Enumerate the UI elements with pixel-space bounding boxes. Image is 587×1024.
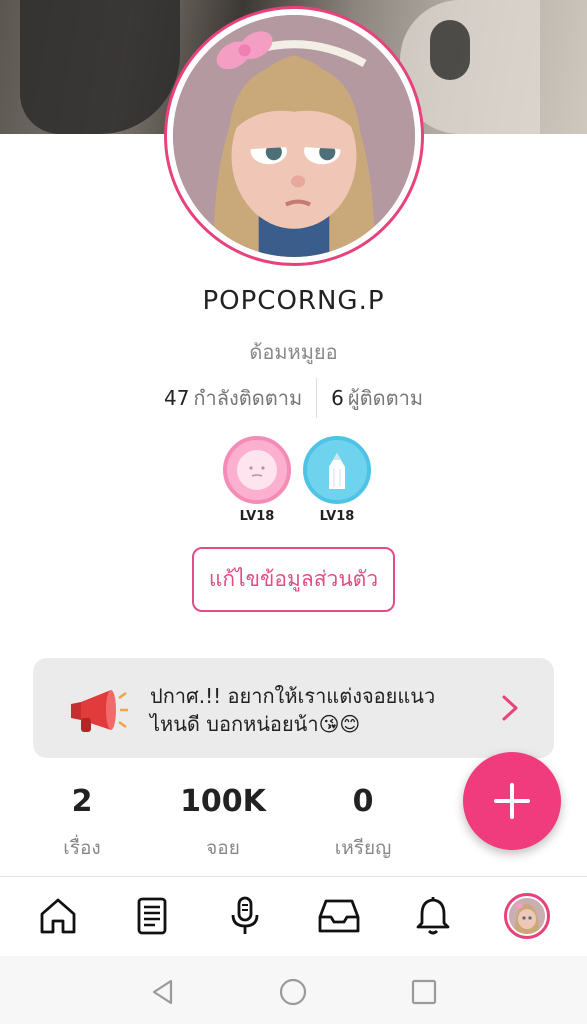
inbox-icon (318, 899, 360, 933)
following-stat[interactable]: 47 กำลังติดตาม (150, 382, 316, 414)
stat-value: 2 (71, 784, 93, 819)
follow-stats: 47 กำลังติดตาม 6 ผู้ติดตาม (0, 378, 587, 418)
tab-profile[interactable] (502, 891, 552, 941)
avatar-image (173, 15, 415, 257)
bottom-tab-bar (0, 876, 587, 956)
stat-value: 100K (180, 784, 266, 819)
tab-home[interactable] (33, 891, 83, 941)
announcement-line: ปกาศ.!! อยากให้เราแต่งจอยแนว (150, 684, 436, 708)
system-navigation-bar (0, 956, 587, 1024)
announcement-card[interactable]: ปกาศ.!! อยากให้เราแต่งจอยแนว ไหนดี บอกหน… (33, 658, 554, 758)
badge-reader-level[interactable]: LV18 (302, 436, 372, 528)
level-badges: LV18 LV18 (222, 436, 372, 528)
tab-inbox[interactable] (314, 891, 364, 941)
following-label: กำลังติดตาม (193, 386, 303, 410)
microphone-icon (231, 896, 259, 934)
profile-avatar[interactable] (164, 6, 424, 266)
stat-label: จอย (206, 837, 240, 859)
edit-profile-button[interactable]: แก้ไขข้อมูลส่วนตัว (192, 547, 395, 612)
followers-stat[interactable]: 6 ผู้ติดตาม (317, 382, 437, 414)
followers-label: ผู้ติดตาม (347, 386, 424, 410)
stat-coins[interactable]: 0 เหรียญ (293, 784, 433, 863)
followers-count: 6 (331, 386, 344, 410)
home-icon (40, 898, 76, 934)
stat-joys[interactable]: 100K จอย (153, 784, 293, 863)
profile-username: POPCORNG.P (202, 286, 385, 316)
announcement-text: ปกาศ.!! อยากให้เราแต่งจอยแนว ไหนดี บอกหน… (150, 682, 480, 738)
cover-shape (20, 0, 180, 134)
pencil-badge-icon (303, 436, 371, 504)
tab-audio[interactable] (220, 891, 270, 941)
following-count: 47 (163, 386, 190, 410)
badge-level-label: LV18 (239, 509, 275, 524)
badge-writer-level[interactable]: LV18 (222, 436, 292, 528)
avatar (504, 893, 550, 939)
face-badge-icon (223, 436, 291, 504)
announcement-line: ไหนดี บอกหน่อยน้า😘😊 (150, 712, 361, 736)
create-fab-button[interactable] (463, 752, 561, 850)
home-circle-icon[interactable] (279, 978, 307, 1006)
profile-bio: ด้อมหมูยอ (249, 340, 338, 364)
bell-icon (416, 897, 450, 935)
cover-shape (430, 20, 470, 80)
plus-icon (494, 783, 530, 819)
stat-value: 0 (352, 784, 374, 819)
tab-library[interactable] (127, 891, 177, 941)
megaphone-icon (71, 690, 128, 732)
document-icon (137, 897, 167, 935)
stat-label: เหรียญ (334, 837, 392, 859)
tab-notifications[interactable] (408, 891, 458, 941)
chevron-right-icon[interactable] (499, 694, 521, 722)
back-icon[interactable] (149, 978, 177, 1006)
badge-level-label: LV18 (319, 509, 355, 524)
stat-label: เรื่อง (63, 837, 101, 859)
recents-icon[interactable] (410, 978, 438, 1006)
stat-stories[interactable]: 2 เรื่อง (12, 784, 152, 863)
